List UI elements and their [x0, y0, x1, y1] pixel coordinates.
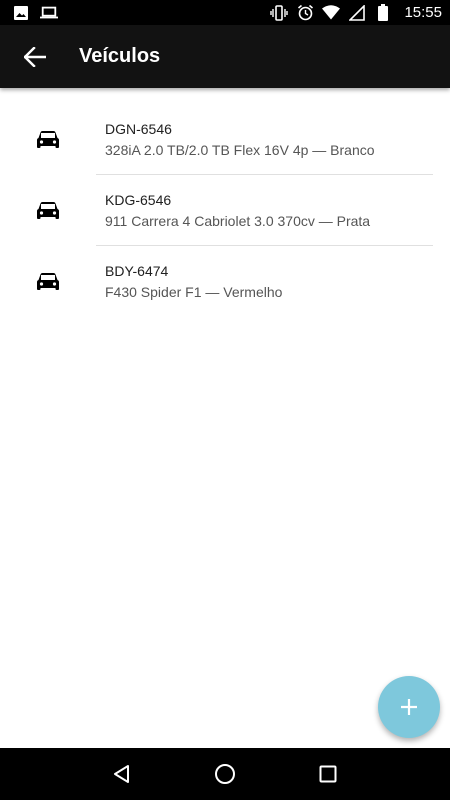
app-bar: Veículos: [0, 25, 450, 88]
car-icon: [36, 270, 60, 294]
recents-square-icon: [319, 765, 337, 783]
nav-back-button[interactable]: [98, 750, 146, 798]
status-bar: 15:55: [0, 0, 450, 25]
vehicle-plate: KDG-6546: [105, 192, 172, 208]
car-icon: [36, 199, 60, 223]
laptop-icon: [40, 4, 58, 22]
arrow-back-icon: [24, 46, 46, 67]
vehicle-description: 328iA 2.0 TB/2.0 TB Flex 16V 4p — Branco: [105, 142, 375, 158]
vehicle-list-item[interactable]: KDG-6546 911 Carrera 4 Cabriolet 3.0 370…: [0, 175, 450, 246]
page-title: Veículos: [79, 45, 161, 67]
vehicle-description: 911 Carrera 4 Cabriolet 3.0 370cv — Prat…: [105, 213, 371, 229]
wifi-icon: [322, 4, 341, 22]
alarm-icon: [296, 4, 314, 22]
nav-home-button[interactable]: [201, 750, 249, 798]
vehicle-list: DGN-6546 328iA 2.0 TB/2.0 TB Flex 16V 4p…: [0, 88, 450, 317]
battery-icon: [374, 4, 392, 22]
vehicle-text: DGN-6546 328iA 2.0 TB/2.0 TB Flex 16V 4p…: [105, 120, 375, 159]
status-right-icons: 15:55: [270, 4, 442, 22]
system-nav-bar: [0, 748, 450, 800]
image-icon: [12, 4, 30, 22]
vehicle-text: BDY-6474 F430 Spider F1 — Vermelho: [105, 262, 282, 301]
back-button[interactable]: [7, 29, 63, 85]
status-time: 15:55: [404, 4, 442, 21]
vehicle-plate: DGN-6546: [105, 121, 172, 137]
back-triangle-icon: [112, 764, 132, 784]
home-circle-icon: [214, 763, 236, 785]
add-vehicle-button[interactable]: [378, 676, 440, 738]
vehicle-list-item[interactable]: DGN-6546 328iA 2.0 TB/2.0 TB Flex 16V 4p…: [0, 104, 450, 175]
nav-recents-button[interactable]: [304, 750, 352, 798]
signal-icon: [348, 4, 366, 22]
vehicle-list-item[interactable]: BDY-6474 F430 Spider F1 — Vermelho: [0, 246, 450, 317]
status-left-icons: [12, 4, 58, 22]
vehicle-description: F430 Spider F1 — Vermelho: [105, 284, 283, 300]
vehicle-list-container: DGN-6546 328iA 2.0 TB/2.0 TB Flex 16V 4p…: [0, 88, 450, 748]
vehicle-text: KDG-6546 911 Carrera 4 Cabriolet 3.0 370…: [105, 191, 370, 230]
plus-icon: [400, 698, 418, 716]
car-icon: [36, 128, 60, 152]
vehicle-plate: BDY-6474: [105, 263, 169, 279]
vibrate-icon: [270, 4, 289, 22]
